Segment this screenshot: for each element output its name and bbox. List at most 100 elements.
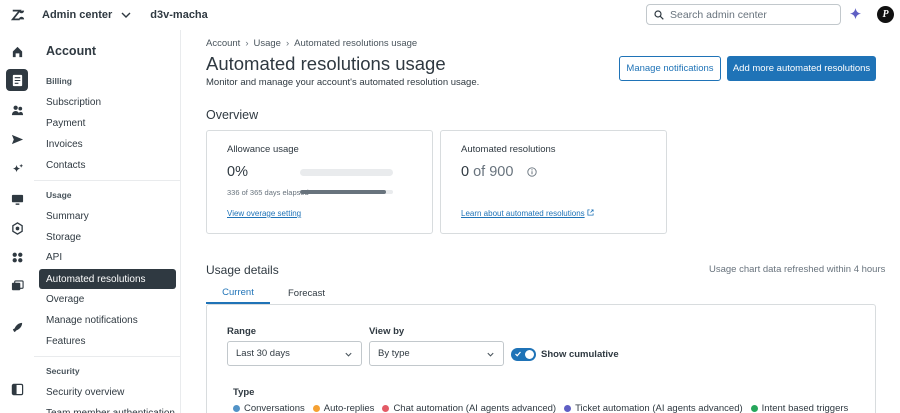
legend-item-chat-automation[interactable]: Chat automation (AI agents advanced) (382, 403, 556, 413)
people-icon[interactable] (6, 99, 28, 121)
legend-label: Ticket automation (AI agents advanced) (575, 403, 743, 413)
search-input[interactable] (670, 8, 830, 21)
tab-forecast[interactable]: Forecast (272, 282, 341, 304)
legend-dot (750, 405, 758, 412)
chevron-right-icon: › (245, 38, 249, 49)
automated-resolutions-card: Automated resolutions 0 of 900 Learn abo… (440, 130, 667, 234)
info-icon[interactable] (527, 167, 538, 177)
sidebar-item-security-overview[interactable]: Security overview (39, 382, 176, 402)
sidebar-item-subscription[interactable]: Subscription (39, 92, 176, 112)
objects-rules-icon[interactable] (6, 217, 28, 239)
view-by-select[interactable]: By type (369, 341, 504, 366)
user-avatar[interactable]: P (877, 6, 894, 23)
main-content: Account › Usage › Automated resolutions … (181, 30, 900, 413)
legend-dot (233, 405, 240, 412)
type-label: Type (233, 387, 255, 398)
breadcrumb-account[interactable]: Account (206, 38, 240, 49)
view-by-label: View by (369, 326, 405, 337)
top-bar: Admin center d3v-macha P (0, 0, 900, 30)
legend-item-ticket-automation[interactable]: Ticket automation (AI agents advanced) (564, 403, 743, 413)
ai-sparkle-icon[interactable] (848, 7, 863, 22)
sidebar-item-overage[interactable]: Overage (39, 289, 176, 309)
days-elapsed-fill (300, 190, 386, 194)
legend-item-auto-replies[interactable]: Auto-replies (312, 403, 375, 413)
allowance-usage-bar (300, 169, 393, 176)
range-label: Range (227, 326, 257, 337)
type-legend: Conversations Auto-replies Chat automati… (233, 403, 856, 413)
manage-notifications-button[interactable]: Manage notifications (619, 56, 721, 81)
learn-link-label: Learn about automated resolutions (461, 209, 585, 218)
breadcrumb-current: Automated resolutions usage (294, 38, 418, 49)
sidebar-item-features[interactable]: Features (39, 331, 176, 351)
section-label-billing: Billing (46, 76, 72, 86)
view-by-value: By type (378, 348, 410, 359)
legend-dot (382, 405, 390, 412)
resolutions-total: of 900 (473, 164, 514, 180)
breadcrumb: Account › Usage › Automated resolutions … (206, 38, 417, 49)
section-divider (34, 356, 180, 357)
legend-label: Auto-replies (323, 403, 375, 413)
sidebar-item-team-member-authentication[interactable]: Team member authentication (39, 403, 176, 413)
legend-item-intent-triggers[interactable]: Intent based triggers (750, 403, 849, 413)
breadcrumb-usage[interactable]: Usage (254, 38, 281, 49)
show-cumulative-toggle[interactable] (511, 348, 536, 361)
section-label-security: Security (46, 366, 80, 376)
channels-api-icon[interactable] (6, 275, 28, 297)
search-icon (654, 9, 664, 20)
page-title: Automated resolutions usage (206, 53, 446, 74)
product-name: Admin center (42, 9, 113, 21)
zendesk-logo-icon[interactable] (0, 0, 36, 30)
refresh-note: Usage chart data refreshed within 4 hour… (709, 264, 886, 275)
legend-label: Chat automation (AI agents advanced) (393, 403, 557, 413)
search-box[interactable] (646, 4, 841, 25)
usage-panel: Range Last 30 days View by By type Show … (206, 304, 876, 413)
legend-dot (312, 405, 320, 412)
home-icon[interactable] (6, 40, 28, 62)
sidebar-item-storage[interactable]: Storage (39, 227, 176, 247)
view-overage-setting-link[interactable]: View overage setting (227, 209, 301, 218)
legend-item-conversations[interactable]: Conversations (233, 403, 305, 413)
account-name: d3v-macha (150, 9, 208, 21)
learn-about-resolutions-link[interactable]: Learn about automated resolutions (461, 209, 594, 218)
workspaces-icon[interactable] (6, 188, 28, 210)
section-label-usage: Usage (46, 190, 72, 200)
account-icon[interactable] (6, 69, 28, 91)
channels-icon[interactable] (6, 128, 28, 150)
collapse-sidebar-icon[interactable] (6, 378, 28, 400)
legend-dot (564, 405, 572, 412)
days-elapsed-bar (300, 190, 393, 194)
tab-current[interactable]: Current (206, 282, 270, 304)
allowance-label: Allowance usage (227, 144, 299, 155)
sidebar-item-api[interactable]: API (39, 247, 176, 267)
toggle-knob (525, 350, 534, 359)
getting-started-rocket-icon[interactable] (6, 316, 28, 338)
days-elapsed-text: 336 of 365 days elapsed (227, 188, 309, 197)
resolutions-label: Automated resolutions (461, 144, 556, 155)
show-cumulative-label: Show cumulative (541, 349, 619, 360)
sidebar-item-payment[interactable]: Payment (39, 113, 176, 133)
product-icon-rail (0, 30, 34, 413)
chevron-down-icon (121, 12, 131, 18)
sidebar-item-invoices[interactable]: Invoices (39, 134, 176, 154)
sidebar-item-manage-notifications[interactable]: Manage notifications (39, 310, 176, 330)
allowance-value: 0% (227, 164, 248, 180)
legend-label: Intent based triggers (761, 403, 849, 413)
product-switcher[interactable]: Admin center (42, 9, 132, 21)
range-select[interactable]: Last 30 days (227, 341, 362, 366)
apps-integrations-icon[interactable] (6, 246, 28, 268)
page-subtitle: Monitor and manage your account's automa… (206, 77, 480, 88)
sidebar-item-automated-resolutions[interactable]: Automated resolutions (39, 269, 176, 289)
account-sidebar: Account Billing Subscription Payment Inv… (34, 30, 181, 413)
range-value: Last 30 days (236, 348, 290, 359)
allowance-usage-card: Allowance usage 0% 336 of 365 days elaps… (206, 130, 433, 234)
sidebar-title: Account (46, 44, 96, 58)
resolutions-used: 0 (461, 164, 470, 180)
sidebar-item-contacts[interactable]: Contacts (39, 155, 176, 175)
chevron-right-icon: › (285, 38, 290, 49)
add-more-resolutions-button[interactable]: Add more automated resolutions (727, 56, 876, 81)
external-link-icon (587, 209, 594, 216)
ai-icon[interactable] (6, 158, 28, 180)
sidebar-item-summary[interactable]: Summary (39, 206, 176, 226)
usage-tabs: Current Forecast (206, 282, 341, 304)
chevron-down-icon (487, 352, 494, 357)
